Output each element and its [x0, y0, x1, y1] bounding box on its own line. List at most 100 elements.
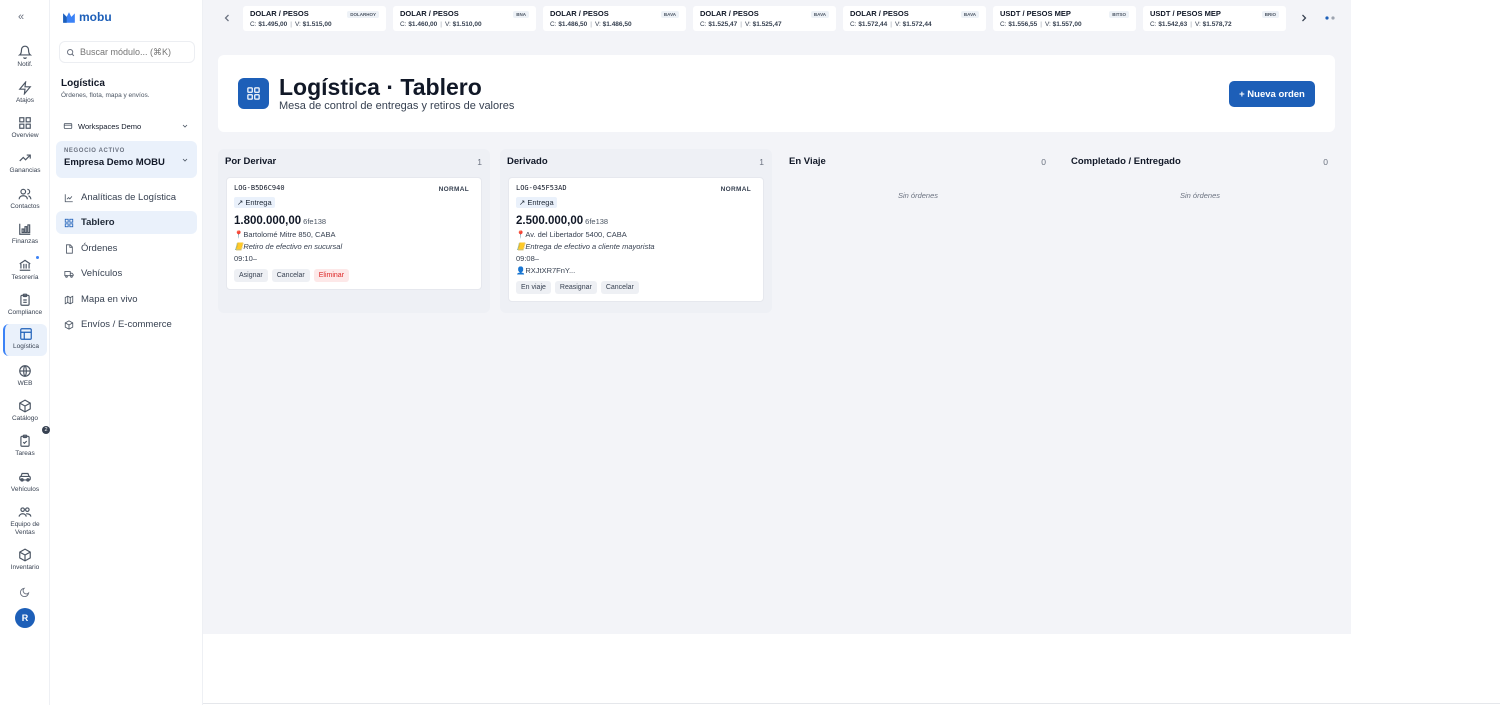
rail-item-web[interactable]: WEB — [3, 361, 47, 393]
column-title: Por Derivar — [225, 156, 277, 167]
empty-state: Sin órdenes — [1179, 191, 1221, 200]
map-icon — [64, 295, 74, 304]
sell-value: $1.557,00 — [1052, 21, 1082, 28]
rail-item-finanzas[interactable]: Finanzas — [3, 219, 47, 251]
nav-item-analiticas[interactable]: Analíticas de Logística — [56, 186, 197, 209]
ticker-card[interactable]: DOLAR / PESOS BAVA C: $1.486,50 | V: $1.486,… — [543, 6, 686, 31]
rail-item-vehiculos[interactable]: Vehículos — [3, 467, 47, 499]
chevron-left-icon[interactable] — [221, 12, 233, 24]
buy-label: C: — [1150, 21, 1157, 28]
rail-item-atajos[interactable]: Atajos — [3, 78, 47, 110]
rail-item-compliance[interactable]: Compliance — [3, 290, 47, 322]
card-actions: En viaje Reasignar Cancelar — [516, 281, 756, 294]
chevron-down-icon — [182, 124, 188, 128]
moon-icon[interactable] — [19, 587, 30, 598]
workspace-selector[interactable]: Workspaces Demo — [59, 117, 195, 135]
rail-label: Ganancias — [9, 167, 41, 174]
bar-chart-icon — [19, 223, 31, 235]
rail-item-notif[interactable]: Notif. — [3, 42, 47, 74]
new-order-button[interactable]: + Nueva orden — [1229, 81, 1315, 107]
ticker-card[interactable]: USDT / PESOS MEP BRIO C: $1.542,63 | V: $1.5… — [1143, 6, 1286, 31]
nav-item-envios[interactable]: Envíos / E-commerce — [56, 313, 197, 336]
sell-value: $1.578,72 — [1202, 21, 1232, 28]
search-icon — [67, 48, 75, 56]
kanban-column-por-derivar: Por Derivar 1 LOG-B5D6C940 NORMAL ↗ Entr… — [218, 149, 490, 313]
ticker-values: C: $1.525,47 | V: $1.525,47 — [700, 21, 836, 28]
grid-icon — [19, 117, 31, 129]
avatar[interactable]: R — [15, 608, 35, 628]
rail-item-contactos[interactable]: Contactos — [3, 184, 47, 216]
ticker-values: C: $1.460,00 | V: $1.510,00 — [400, 21, 536, 28]
module-subtitle: Órdenes, flota, mapa y envíos. — [61, 92, 150, 99]
cancel-button[interactable]: Cancelar — [271, 269, 310, 282]
amount-currency: 6fe138 — [303, 217, 327, 226]
ticker-source-badge: BRIO — [1261, 11, 1279, 18]
rail-item-ganancias[interactable]: Ganancias — [3, 148, 47, 180]
workspace-icon — [63, 123, 73, 129]
buy-label: C: — [400, 21, 407, 28]
reassign-button[interactable]: Reasignar — [554, 281, 597, 294]
rail-label: Logística — [12, 343, 40, 350]
assign-button[interactable]: Asignar — [234, 269, 268, 282]
cancel-button[interactable]: Cancelar — [600, 281, 639, 294]
nav-item-ordenes[interactable]: Órdenes — [56, 237, 197, 260]
card-actions: Asignar Cancelar Eliminar — [234, 269, 474, 282]
sell-value: $1.486,50 — [602, 21, 632, 28]
order-amount: 1.800.000,00 6fe138 — [234, 215, 474, 227]
nav-label: Tablero — [81, 217, 115, 228]
order-assignee: 👤RXJtXR7FnY... — [516, 266, 576, 275]
ticker-pagination-dots[interactable] — [1325, 16, 1335, 20]
order-card[interactable]: LOG-B5D6C940 NORMAL ↗ Entrega 1.800.000,… — [226, 177, 482, 290]
separator: | — [890, 21, 892, 28]
cube-icon — [19, 548, 31, 562]
search-input[interactable] — [80, 47, 190, 57]
rail-item-overview[interactable]: Overview — [3, 113, 47, 145]
clipboard-icon — [20, 293, 30, 306]
trending-up-icon — [19, 154, 31, 162]
rail-item-catalogo[interactable]: Catálogo — [3, 396, 47, 428]
app-root: « Notif. Atajos Overview Ganancias Conta… — [0, 0, 1500, 705]
ticker-card[interactable]: USDT / PESOS MEP BITSO C: $1.556,55 | V: $1.… — [993, 6, 1136, 31]
nav-item-mapa[interactable]: Mapa en vivo — [56, 288, 197, 311]
rail-item-equipo-ventas[interactable]: Equipo de Ventas — [3, 502, 47, 542]
ticker-card[interactable]: DOLAR / PESOS BNA C: $1.460,00 | V: $1.510,0… — [393, 6, 536, 31]
ticker-card[interactable]: DOLAR / PESOS DOLARHOY C: $1.495,00 | V: $1.… — [243, 6, 386, 31]
nav-item-tablero[interactable]: Tablero — [56, 211, 197, 234]
ticker-values: C: $1.556,55 | V: $1.557,00 — [1000, 21, 1136, 28]
lightning-icon — [18, 81, 32, 95]
globe-icon — [19, 365, 31, 377]
package-icon — [19, 399, 31, 413]
ticker-card[interactable]: DOLAR / PESOS BAVA C: $1.525,47 | V: $1.525,… — [693, 6, 836, 31]
delete-button[interactable]: Eliminar — [313, 269, 350, 282]
logo[interactable]: mobu — [62, 10, 112, 24]
ticker-card[interactable]: DOLAR / PESOS BAVA C: $1.572,44 | V: $1.572,… — [843, 6, 986, 31]
active-business-selector[interactable]: NEGOCIO ACTIVO Empresa Demo MOBU — [56, 141, 197, 178]
page-icon — [238, 78, 269, 109]
rail-label: Tareas — [15, 450, 35, 457]
in-transit-button[interactable]: En viaje — [516, 281, 551, 294]
search-box[interactable] — [59, 41, 195, 63]
package-icon — [64, 319, 74, 330]
rail-item-logistica[interactable]: Logística — [3, 324, 47, 356]
ticker-source-badge: BAVA — [960, 11, 979, 18]
rail-label: Atajos — [15, 97, 35, 104]
order-type-badge: ↗ Entrega — [234, 197, 275, 208]
rail-label: Catálogo — [11, 415, 39, 422]
board-icon — [64, 218, 74, 227]
collapse-icon[interactable]: « — [18, 11, 24, 23]
sell-label: V: — [594, 21, 601, 28]
mobu-logo-icon — [63, 11, 75, 23]
rail-item-tesoreria[interactable]: Tesorería — [3, 255, 47, 287]
column-count: 1 — [759, 157, 764, 167]
file-icon — [66, 243, 73, 254]
logo-text: mobu — [79, 10, 112, 24]
order-card[interactable]: LOG-045F53AD NORMAL ↗ Entrega 2.500.000,… — [508, 177, 764, 302]
separator: | — [1190, 21, 1192, 28]
rail-item-inventario[interactable]: Inventario — [3, 545, 47, 577]
rail-item-tareas[interactable]: Tareas — [3, 431, 47, 463]
column-count: 0 — [1323, 157, 1328, 167]
buy-label: C: — [550, 21, 557, 28]
rail-label: Tesorería — [11, 274, 39, 281]
nav-item-vehiculos[interactable]: Vehículos — [56, 262, 197, 285]
chevron-right-icon[interactable] — [1298, 12, 1310, 24]
